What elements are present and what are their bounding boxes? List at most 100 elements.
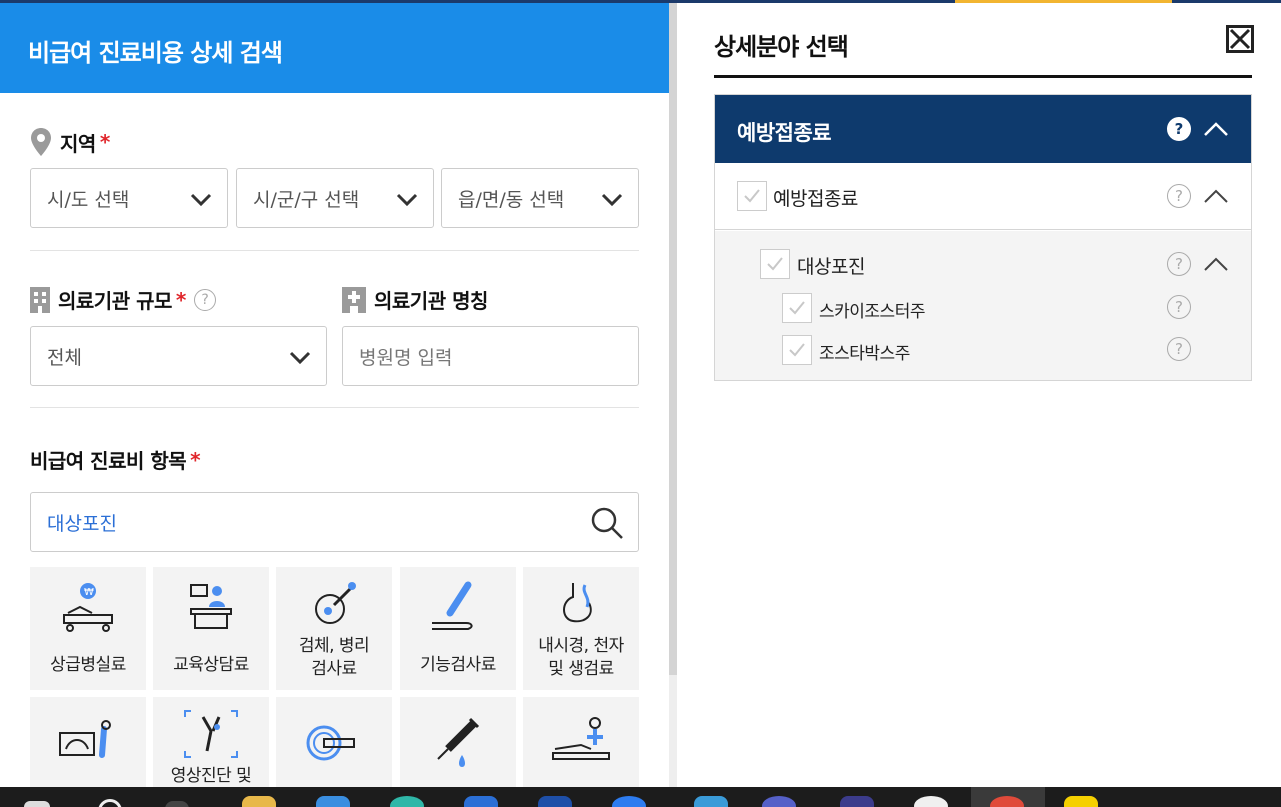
sigungu-select[interactable]: 시/군/구 선택 [236,168,434,228]
xray-joint-icon [184,710,238,758]
check-icon [744,189,760,203]
mail-icon[interactable] [694,796,728,807]
mri-scanner-icon [306,725,355,761]
item-search-input[interactable]: 대상포진 [30,492,639,552]
detail-field-panel: 상세분야 선택 예방접종료 ? 예방접종료 ? 대상포진 ? 스카이조스터주 ?… [677,3,1281,787]
panel-title: 비급여 진료비용 상세 검색 [28,39,283,67]
eupmyeondong-select-value: 읍/면/동 선택 [458,188,565,211]
institution-name-label-text: 의료기관 명칭 [374,289,488,313]
word-icon[interactable] [538,796,572,807]
building-icon [30,286,50,313]
edge-icon[interactable] [390,796,424,807]
chevron-down-icon [601,193,623,207]
eupmyeondong-select[interactable]: 읍/면/동 선택 [441,168,639,228]
collapse-icon[interactable] [1203,121,1229,137]
category-tile-specimen[interactable]: 검체, 병리 검사료 [276,567,392,690]
check-icon [767,257,783,271]
help-icon[interactable]: ? [1167,117,1191,141]
file-explorer-icon[interactable] [242,796,276,807]
physical-therapy-icon [552,717,610,760]
chevron-down-icon [289,351,311,365]
app-icon-3[interactable] [914,796,948,807]
checkbox[interactable] [782,293,812,323]
tile-label: 상급병실료 [50,655,126,675]
noncovered-items-label-text: 비급여 진료비 항목 [30,449,187,473]
help-icon[interactable]: ? [193,288,216,311]
help-icon[interactable]: ? [1167,337,1191,361]
category-tile-endoscopy[interactable]: 내시경, 천자 및 생검료 [523,567,639,690]
tree-level1-label: 예방접종료 [773,188,858,210]
tree-category-label: 예방접종료 [737,121,832,145]
required-mark: * [190,447,201,472]
region-label: 지역 * [30,127,110,157]
tree-leaf-label: 스카이조스터주 [819,302,925,322]
specimen-test-icon [315,582,356,624]
sido-select[interactable]: 시/도 선택 [30,168,228,228]
search-icon[interactable] [98,799,122,807]
endoscope-icon [563,583,592,623]
category-tile-counseling[interactable]: 교육상담료 [153,567,269,690]
ultrasound-icon [59,720,111,758]
tree-row-level1: 예방접종료 ? [715,163,1251,230]
hospital-icon [342,286,366,313]
title-rule [714,75,1252,78]
detail-field-title: 상세분야 선택 [714,33,849,61]
tile-label: 교육상담료 [173,655,249,675]
tile-label: 영상진단 및 [170,766,252,786]
tree-level2-label: 대상포진 [797,256,865,278]
store-icon[interactable] [316,796,350,807]
search-icon[interactable] [590,506,624,540]
tree-leaf-label: 조스타박스주 [819,344,910,364]
chevron-down-icon [190,193,212,207]
hospital-name-placeholder: 병원명 입력 [359,346,453,369]
panel-header: 비급여 진료비용 상세 검색 [0,3,669,93]
divider [30,407,639,408]
category-tile-function[interactable]: 기능검사료 [400,567,516,690]
institution-scale-value: 전체 [47,346,82,369]
category-tile-ultrasound[interactable] [30,697,146,787]
function-test-icon [432,581,473,630]
close-box-icon[interactable] [1226,25,1254,53]
checkbox[interactable] [760,249,790,279]
detail-search-panel: 비급여 진료비용 상세 검색 지역 * 시/도 선택 시/군/구 선택 읍/면/… [0,3,669,787]
sigungu-select-value: 시/군/구 선택 [253,188,360,211]
svg-text:₩: ₩ [84,587,94,598]
browser-icon[interactable] [762,796,796,807]
app-icon-2[interactable] [840,796,874,807]
help-icon[interactable]: ? [1167,184,1191,208]
help-icon[interactable]: ? [1167,252,1191,276]
start-icon[interactable] [24,801,50,807]
tile-label: 내시경, 천자 [538,636,624,656]
noncovered-items-label: 비급여 진료비 항목 * [30,445,201,474]
checkbox[interactable] [737,181,767,211]
collapse-icon[interactable] [1203,256,1229,272]
collapse-icon[interactable] [1203,188,1229,204]
category-tile-ward[interactable]: ₩ 상급병실료 [30,567,146,690]
category-tree: 예방접종료 ? 예방접종료 ? 대상포진 ? 스카이조스터주 ? 조스타박스주 … [714,94,1252,381]
tile-label: 기능검사료 [420,655,496,675]
messenger-icon[interactable] [612,796,646,807]
task-view-icon[interactable] [165,801,189,807]
tree-subgroup: 대상포진 ? 스카이조스터주 ? 조스타박스주 ? [715,231,1251,380]
check-icon [789,301,805,315]
institution-scale-label: 의료기관 규모 * ? [30,285,216,314]
check-icon [789,343,805,357]
category-tile-injection[interactable] [400,697,516,787]
scrollbar-thumb[interactable] [669,3,677,675]
tile-label: 및 생검료 [548,659,614,679]
kakaotalk-icon[interactable] [1064,796,1098,807]
sido-select-value: 시/도 선택 [47,188,130,211]
chevron-down-icon [396,193,418,207]
institution-scale-label-text: 의료기관 규모 [58,289,172,313]
tile-label: 검체, 병리 [298,636,370,656]
category-tile-mri[interactable] [276,697,392,787]
institution-name-label: 의료기관 명칭 [342,285,488,314]
category-tile-therapy[interactable] [523,697,639,787]
tree-category-header[interactable]: 예방접종료 ? [715,95,1251,163]
category-tile-imaging[interactable]: 영상진단 및 [153,697,269,787]
app-icon[interactable] [464,796,498,807]
institution-scale-select[interactable]: 전체 [30,326,327,386]
checkbox[interactable] [782,335,812,365]
hospital-name-input[interactable]: 병원명 입력 [342,326,639,386]
help-icon[interactable]: ? [1167,295,1191,319]
